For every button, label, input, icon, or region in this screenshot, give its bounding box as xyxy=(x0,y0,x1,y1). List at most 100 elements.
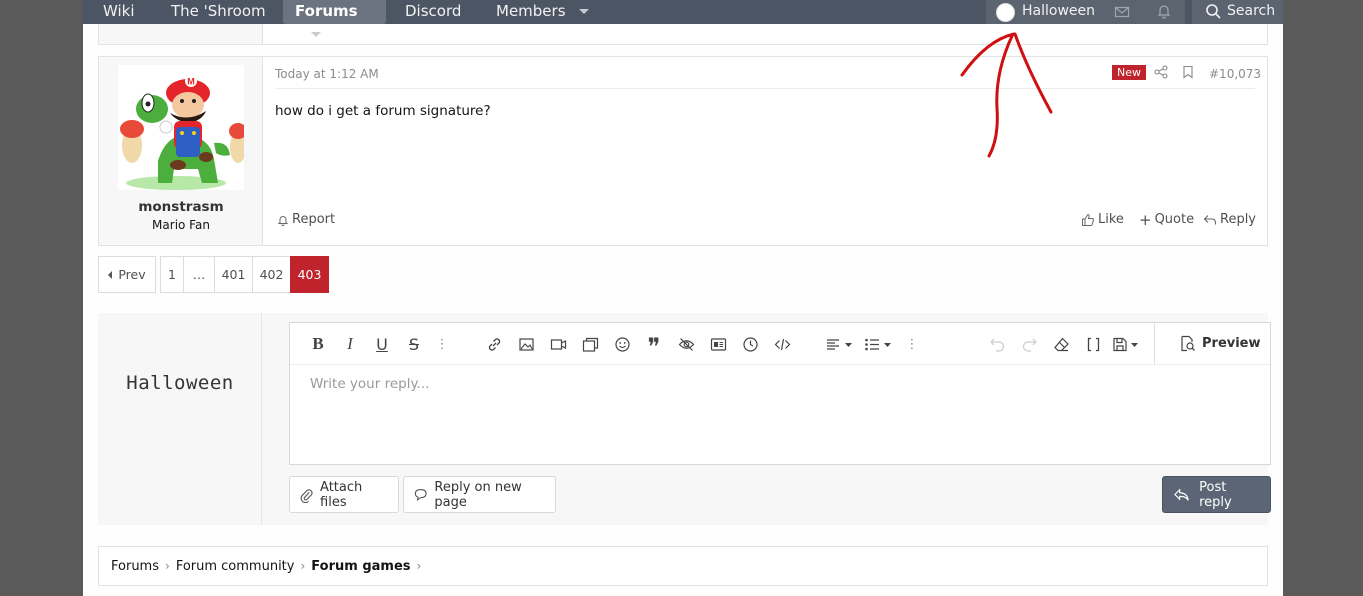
nav-forums-label: Forums xyxy=(295,2,358,20)
like-label: Like xyxy=(1098,212,1124,227)
video-icon[interactable] xyxy=(549,335,567,353)
share-icon[interactable] xyxy=(1154,65,1168,83)
plus-icon: + xyxy=(1139,210,1152,229)
pagination-page[interactable]: 401 xyxy=(214,256,253,293)
mail-icon[interactable] xyxy=(1114,4,1130,24)
pagination-page[interactable]: 1 xyxy=(160,256,184,293)
reply-arrow-icon xyxy=(1203,214,1217,224)
breadcrumb: Forums › Forum community › Forum games › xyxy=(98,546,1268,586)
user-avatar[interactable] xyxy=(996,3,1015,22)
post-reply-button[interactable]: Post reply xyxy=(1162,476,1271,513)
like-button[interactable]: Like xyxy=(1081,212,1124,227)
post-number[interactable]: #10,073 xyxy=(1209,67,1261,81)
preview-button[interactable]: Preview xyxy=(1154,323,1270,364)
reply-label: Reply xyxy=(1220,212,1257,227)
bell-icon[interactable] xyxy=(1156,3,1172,23)
nav-discord[interactable]: Discord xyxy=(405,0,461,24)
post-user-cell: M monstrasm Mario Fan xyxy=(99,57,263,245)
paperclip-icon xyxy=(300,488,313,503)
top-navbar: Wiki The 'Shroom Forums Discord Members … xyxy=(83,0,1283,37)
caret-left-icon xyxy=(108,270,113,279)
thumbs-up-icon xyxy=(1082,213,1094,226)
more-options-icon[interactable]: ⋮ xyxy=(433,335,451,353)
nav-forums[interactable]: Forums xyxy=(283,0,386,37)
nav-wiki[interactable]: Wiki xyxy=(103,0,135,24)
bold-icon[interactable]: B xyxy=(309,334,327,353)
spoiler-eye-icon[interactable] xyxy=(677,335,695,353)
preview-label: Preview xyxy=(1202,336,1261,351)
user-avatar[interactable]: M xyxy=(118,65,247,190)
editor-toolbar: B I U S ⋮ ❞ ⋮ Preview xyxy=(290,323,1270,365)
quick-reply: Halloween B I U S ⋮ ❞ ⋮ Preview Write yo… xyxy=(98,313,1271,525)
code-icon[interactable] xyxy=(773,335,791,353)
report-button[interactable]: Report xyxy=(277,212,335,227)
search-button[interactable]: Search xyxy=(1192,0,1283,24)
reply-button[interactable]: Reply xyxy=(1203,212,1256,227)
list-menu-icon[interactable] xyxy=(864,335,894,353)
svg-text:M: M xyxy=(187,77,195,87)
post-username[interactable]: monstrasm xyxy=(99,199,263,215)
annotation-arrow xyxy=(960,32,1053,158)
attach-files-label: Attach files xyxy=(320,479,363,510)
avatar-image: M xyxy=(120,75,247,190)
post-content: how do i get a forum signature? xyxy=(275,103,491,119)
reply-arrow-icon xyxy=(1174,487,1189,501)
rich-text-editor: B I U S ⋮ ❞ ⋮ Preview Write your reply..… xyxy=(289,322,1271,465)
drafts-menu-icon[interactable] xyxy=(1112,335,1142,353)
nav-members-label: Members xyxy=(496,2,566,20)
account-area: Halloween xyxy=(986,0,1185,24)
page-container: Wiki The 'Shroom Forums Discord Members … xyxy=(83,0,1283,596)
chevron-down-icon[interactable] xyxy=(578,9,589,14)
eraser-icon[interactable] xyxy=(1052,335,1070,353)
attach-files-button[interactable]: Attach files xyxy=(289,476,399,513)
post-reply-label: Post reply xyxy=(1199,479,1232,510)
chevron-right-icon: › xyxy=(300,559,306,573)
post-timestamp[interactable]: Today at 1:12 AM xyxy=(275,67,379,81)
account-username[interactable]: Halloween xyxy=(1022,0,1095,24)
reply-on-new-page-label: Reply on new page xyxy=(434,479,522,510)
nav-members[interactable]: Members xyxy=(496,0,589,24)
image-icon[interactable] xyxy=(517,335,535,353)
report-label: Report xyxy=(292,212,336,227)
pagination-current[interactable]: 403 xyxy=(290,256,329,293)
gallery-icon[interactable] xyxy=(581,335,599,353)
post-body: Today at 1:12 AM New #10,073 how do i ge… xyxy=(275,57,1261,245)
chevron-right-icon: › xyxy=(165,559,170,573)
breadcrumb-forum-games[interactable]: Forum games xyxy=(311,559,410,574)
quote-icon[interactable]: ❞ xyxy=(645,335,663,360)
reply-on-new-page-button[interactable]: Reply on new page xyxy=(403,476,556,513)
clock-icon[interactable] xyxy=(741,335,759,353)
reply-user-cell: Halloween xyxy=(98,313,262,525)
smiley-icon[interactable] xyxy=(613,335,631,353)
search-label: Search xyxy=(1227,3,1276,19)
pagination-prev[interactable]: Prev xyxy=(98,256,156,293)
pagination-page[interactable]: 402 xyxy=(252,256,291,293)
new-badge: New xyxy=(1112,65,1146,80)
more-options-icon[interactable]: ⋮ xyxy=(903,335,921,353)
reply-textarea[interactable]: Write your reply... xyxy=(310,376,429,392)
forum-post: M monstrasm Mario Fan Today at 1:12 AM N… xyxy=(98,56,1268,246)
italic-icon[interactable]: I xyxy=(341,334,359,353)
prev-label: Prev xyxy=(118,267,146,282)
breadcrumb-forum-community[interactable]: Forum community xyxy=(176,559,295,574)
underline-icon[interactable]: U xyxy=(373,335,391,354)
post-header-divider xyxy=(275,88,1255,89)
redo-icon[interactable] xyxy=(1020,335,1038,353)
align-menu-icon[interactable] xyxy=(825,335,855,353)
quote-label: Quote xyxy=(1154,212,1195,227)
quote-button[interactable]: + Quote xyxy=(1139,212,1194,227)
link-icon[interactable] xyxy=(485,335,503,353)
bookmark-icon[interactable] xyxy=(1181,65,1195,83)
chevron-down-icon[interactable] xyxy=(311,32,321,37)
post-user-title: Mario Fan xyxy=(152,218,210,232)
reply-user-name: Halloween xyxy=(126,372,234,394)
breadcrumb-forums[interactable]: Forums xyxy=(111,559,159,574)
nav-the-shroom[interactable]: The 'Shroom xyxy=(171,0,266,24)
pagination-ellipsis[interactable]: … xyxy=(183,256,215,293)
undo-icon[interactable] xyxy=(988,335,1006,353)
bbcode-brackets-icon[interactable] xyxy=(1084,335,1102,353)
bell-icon xyxy=(277,215,289,226)
media-icon[interactable] xyxy=(709,335,727,353)
preview-magnifier-icon xyxy=(1181,335,1195,352)
strikethrough-icon[interactable]: S xyxy=(405,335,423,354)
